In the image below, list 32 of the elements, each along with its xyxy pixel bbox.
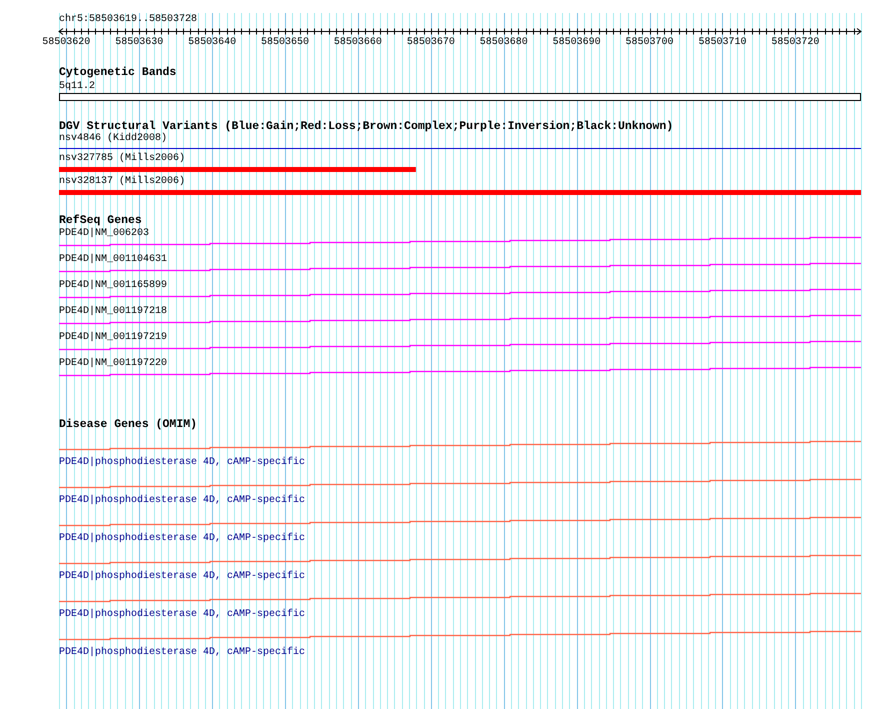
track-title: Disease Genes (OMIM) xyxy=(59,419,198,431)
feature-label: PDE4D|NM_001104631 xyxy=(59,254,168,266)
feature-label: PDE4D|NM_001197218 xyxy=(59,306,168,318)
ruler-tick-label: 58503680 xyxy=(480,37,528,47)
ruler-tick-label: 58503720 xyxy=(771,37,820,47)
ruler-tick-label: 58503640 xyxy=(188,37,236,47)
feature-link[interactable]: PDE4D|phosphodiesterase 4D, cAMP-specific xyxy=(59,533,306,545)
feature-link[interactable]: PDE4D|phosphodiesterase 4D, cAMP-specific xyxy=(59,647,306,659)
feature-label: PDE4D|NM_006203 xyxy=(59,228,150,240)
ruler-tick-label: 58503700 xyxy=(626,37,674,47)
ruler-tick-label: 58503620 xyxy=(42,37,90,47)
ruler-tick-label: 58503690 xyxy=(552,37,601,47)
feature-label: nsv4846 (Kidd2008) xyxy=(59,133,168,145)
feature-label: PDE4D|NM_001165899 xyxy=(59,280,168,292)
feature-label: nsv327785 (Mills2006) xyxy=(59,153,186,165)
feature-label: nsv328137 (Mills2006) xyxy=(59,176,186,188)
track-title: DGV Structural Variants (Blue:Gain;Red:Loss;Brown:Complex;Purple:Inversion;Black:Unknown) xyxy=(59,121,674,133)
feature-link[interactable]: PDE4D|phosphodiesterase 4D, cAMP-specific xyxy=(59,495,306,507)
ruler-tick-label: 58503660 xyxy=(334,37,382,47)
track-title: RefSeq Genes xyxy=(59,215,142,227)
feature-label: PDE4D|NM_001197219 xyxy=(59,332,168,344)
ruler-tick-label: 58503650 xyxy=(261,37,310,47)
feature-link[interactable]: PDE4D|phosphodiesterase 4D, cAMP-specific xyxy=(59,571,306,583)
locus-label: chr5:58503619..58503728 xyxy=(59,13,198,27)
feature-label: PDE4D|NM_001197220 xyxy=(59,358,168,370)
feature-label: 5q11.2 xyxy=(59,81,96,93)
track-title: Cytogenetic Bands xyxy=(59,67,176,79)
ruler-tick-label: 58503670 xyxy=(406,37,455,47)
ruler-tick-label: 58503630 xyxy=(115,37,164,47)
feature-link[interactable]: PDE4D|phosphodiesterase 4D, cAMP-specific xyxy=(59,609,306,621)
feature-link[interactable]: PDE4D|phosphodiesterase 4D, cAMP-specific xyxy=(59,457,306,469)
ruler-tick-label: 58503710 xyxy=(698,37,746,47)
